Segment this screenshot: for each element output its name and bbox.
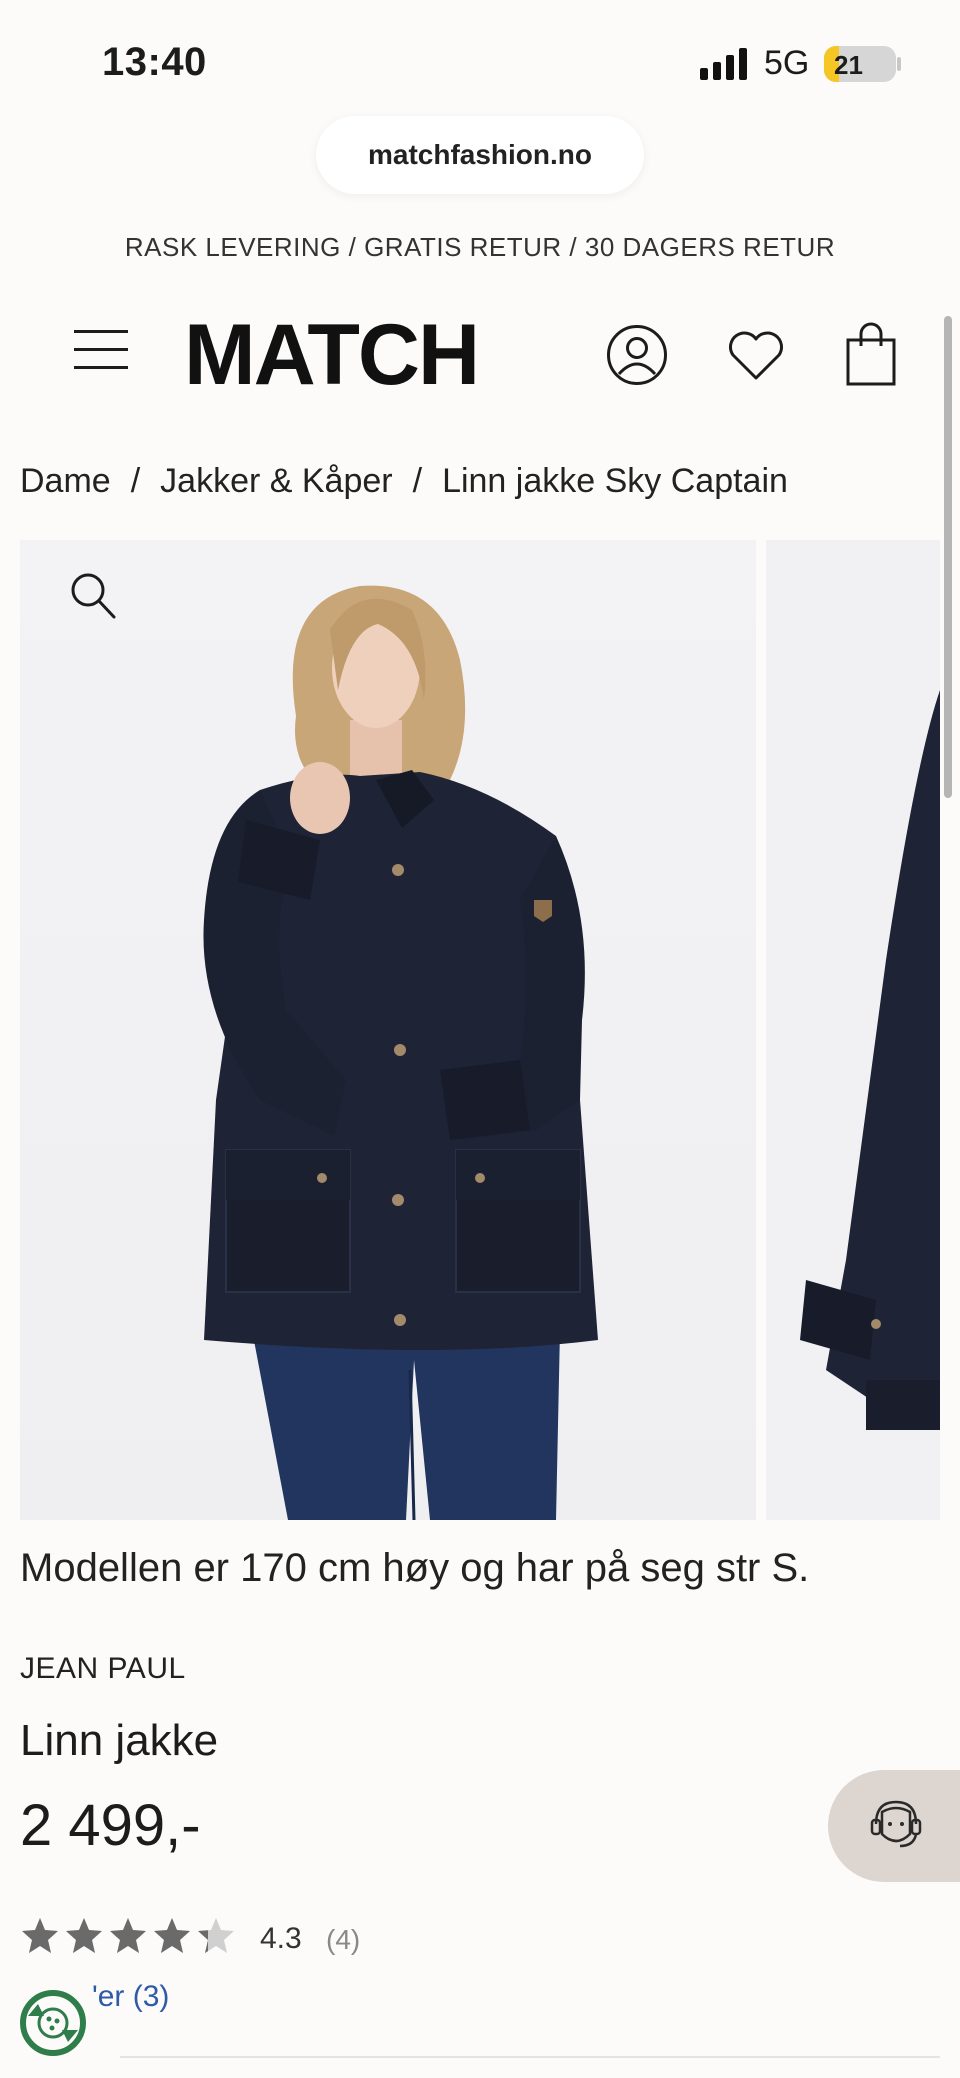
cellular-signal-icon bbox=[700, 48, 747, 80]
rating-count: (4) bbox=[326, 1924, 361, 1955]
promo-banner: RASK LEVERING / GRATIS RETUR / 30 DAGERS… bbox=[124, 232, 836, 262]
divider bbox=[120, 2056, 940, 2058]
search-icon[interactable] bbox=[68, 570, 118, 622]
reviews-link[interactable]: 'er (3) bbox=[92, 1980, 169, 2014]
status-bar: 13:40 5G 21 bbox=[0, 0, 960, 110]
breadcrumb-separator: / bbox=[412, 462, 423, 500]
rating-star-icon bbox=[198, 1918, 234, 1953]
shopping-bag-icon[interactable] bbox=[844, 320, 898, 388]
support-agent-icon bbox=[870, 1800, 922, 1848]
product-image-next[interactable] bbox=[766, 540, 940, 1520]
user-icon[interactable] bbox=[606, 324, 668, 386]
product-price: 2 499,- bbox=[20, 1793, 201, 1858]
breadcrumb-item-current: Linn jakke Sky Captain bbox=[442, 462, 788, 500]
breadcrumb-item-jakker[interactable]: Jakker & Kåper bbox=[160, 462, 392, 501]
product-brand[interactable]: JEAN PAUL bbox=[20, 1652, 186, 1686]
status-time: 13:40 bbox=[102, 40, 207, 84]
url-bar[interactable]: matchfashion.no bbox=[316, 116, 644, 194]
breadcrumb: Dame / Jakker & Kåper / Linn jakke Sky C… bbox=[20, 462, 788, 501]
battery-tip bbox=[897, 57, 901, 71]
hamburger-icon[interactable] bbox=[74, 330, 128, 370]
recycle-badge-icon[interactable] bbox=[16, 1986, 90, 2060]
jacket-detail-photo bbox=[800, 690, 940, 1430]
url-text: matchfashion.no bbox=[367, 139, 592, 170]
battery-icon: 21 bbox=[824, 46, 896, 82]
rating-star-icon bbox=[154, 1918, 190, 1953]
rating-star-icon bbox=[66, 1918, 102, 1953]
customer-support-button[interactable] bbox=[828, 1770, 960, 1882]
rating-value: 4.3 bbox=[260, 1922, 302, 1955]
battery-percent: 21 bbox=[834, 50, 863, 80]
breadcrumb-separator: / bbox=[130, 462, 141, 500]
rating-star-icon bbox=[110, 1918, 146, 1953]
heart-icon[interactable] bbox=[726, 328, 786, 382]
rating-star-icon bbox=[22, 1918, 58, 1953]
product-image-main[interactable] bbox=[20, 540, 756, 1520]
network-type: 5G bbox=[764, 44, 810, 82]
site-logo[interactable]: MATCH bbox=[184, 312, 480, 398]
page-scrollbar[interactable] bbox=[944, 316, 952, 798]
breadcrumb-item-dame[interactable]: Dame bbox=[20, 462, 111, 501]
model-caption: Modellen er 170 cm høy og har på seg str… bbox=[20, 1546, 810, 1590]
rating-stars[interactable] bbox=[20, 1916, 236, 1956]
model-photo bbox=[203, 585, 598, 1520]
product-name: Linn jakke bbox=[20, 1716, 219, 1765]
